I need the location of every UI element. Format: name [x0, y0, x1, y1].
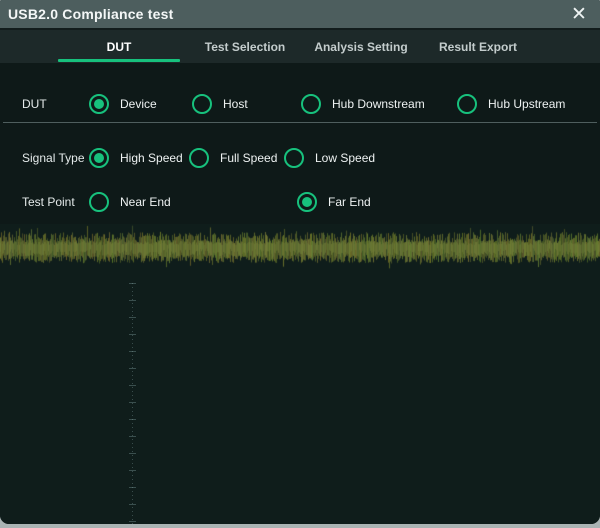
dialog-title: USB2.0 Compliance test — [8, 6, 173, 22]
tab-label: DUT — [107, 40, 132, 54]
form-row-test-point: Test Point Near End Far End — [0, 180, 600, 224]
radio-selected-icon — [297, 192, 317, 212]
row-divider — [3, 122, 597, 123]
tab-label: Result Export — [439, 40, 517, 54]
radio-label: Hub Downstream — [332, 97, 425, 111]
row-label-dut: DUT — [22, 82, 47, 126]
radio-label: Near End — [120, 195, 171, 209]
tab-label: Test Selection — [205, 40, 285, 54]
dialog-titlebar[interactable]: USB2.0 Compliance test ✕ — [0, 0, 600, 28]
row-label-test-point: Test Point — [22, 180, 75, 224]
radio-near-end[interactable]: Near End — [89, 180, 171, 224]
tab-result-export[interactable]: Result Export — [417, 30, 539, 63]
radio-label: Device — [120, 97, 157, 111]
radio-label: Low Speed — [315, 151, 375, 165]
radio-label: Full Speed — [220, 151, 277, 165]
radio-unselected-icon — [284, 148, 304, 168]
radio-label: Hub Upstream — [488, 97, 565, 111]
radio-unselected-icon — [301, 94, 321, 114]
radio-unselected-icon — [457, 94, 477, 114]
tab-bar: DUT Test Selection Analysis Setting Result … — [0, 28, 600, 63]
tab-dut[interactable]: DUT — [58, 30, 180, 63]
radio-unselected-icon — [189, 148, 209, 168]
radio-unselected-icon — [89, 192, 109, 212]
radio-label: Far End — [328, 195, 371, 209]
active-tab-underline — [58, 59, 180, 62]
radio-host[interactable]: Host — [192, 82, 248, 126]
radio-selected-icon — [89, 94, 109, 114]
radio-hub-upstream[interactable]: Hub Upstream — [457, 82, 565, 126]
radio-high-speed[interactable]: High Speed — [89, 136, 183, 180]
radio-device[interactable]: Device — [89, 82, 157, 126]
radio-far-end[interactable]: Far End — [297, 180, 371, 224]
radio-low-speed[interactable]: Low Speed — [284, 136, 375, 180]
form-row-signal-type: Signal Type High Speed Full Speed Low Speed — [0, 136, 600, 180]
radio-full-speed[interactable]: Full Speed — [189, 136, 277, 180]
usb-compliance-dialog: DUT Device Host Hub Downstream Hub Upstream S… — [0, 0, 600, 524]
radio-selected-icon — [89, 148, 109, 168]
tab-analysis-setting[interactable]: Analysis Setting — [300, 30, 422, 63]
radio-hub-downstream[interactable]: Hub Downstream — [301, 82, 425, 126]
tab-label: Analysis Setting — [314, 40, 407, 54]
graticule-vertical-ticks — [129, 283, 136, 524]
waveform-trace — [0, 224, 600, 270]
radio-unselected-icon — [192, 94, 212, 114]
radio-label: Host — [223, 97, 248, 111]
row-label-signal-type: Signal Type — [22, 136, 85, 180]
form-row-dut: DUT Device Host Hub Downstream Hub Upstream — [0, 82, 600, 126]
close-icon[interactable]: ✕ — [564, 0, 594, 28]
tab-test-selection[interactable]: Test Selection — [184, 30, 306, 63]
radio-label: High Speed — [120, 151, 183, 165]
